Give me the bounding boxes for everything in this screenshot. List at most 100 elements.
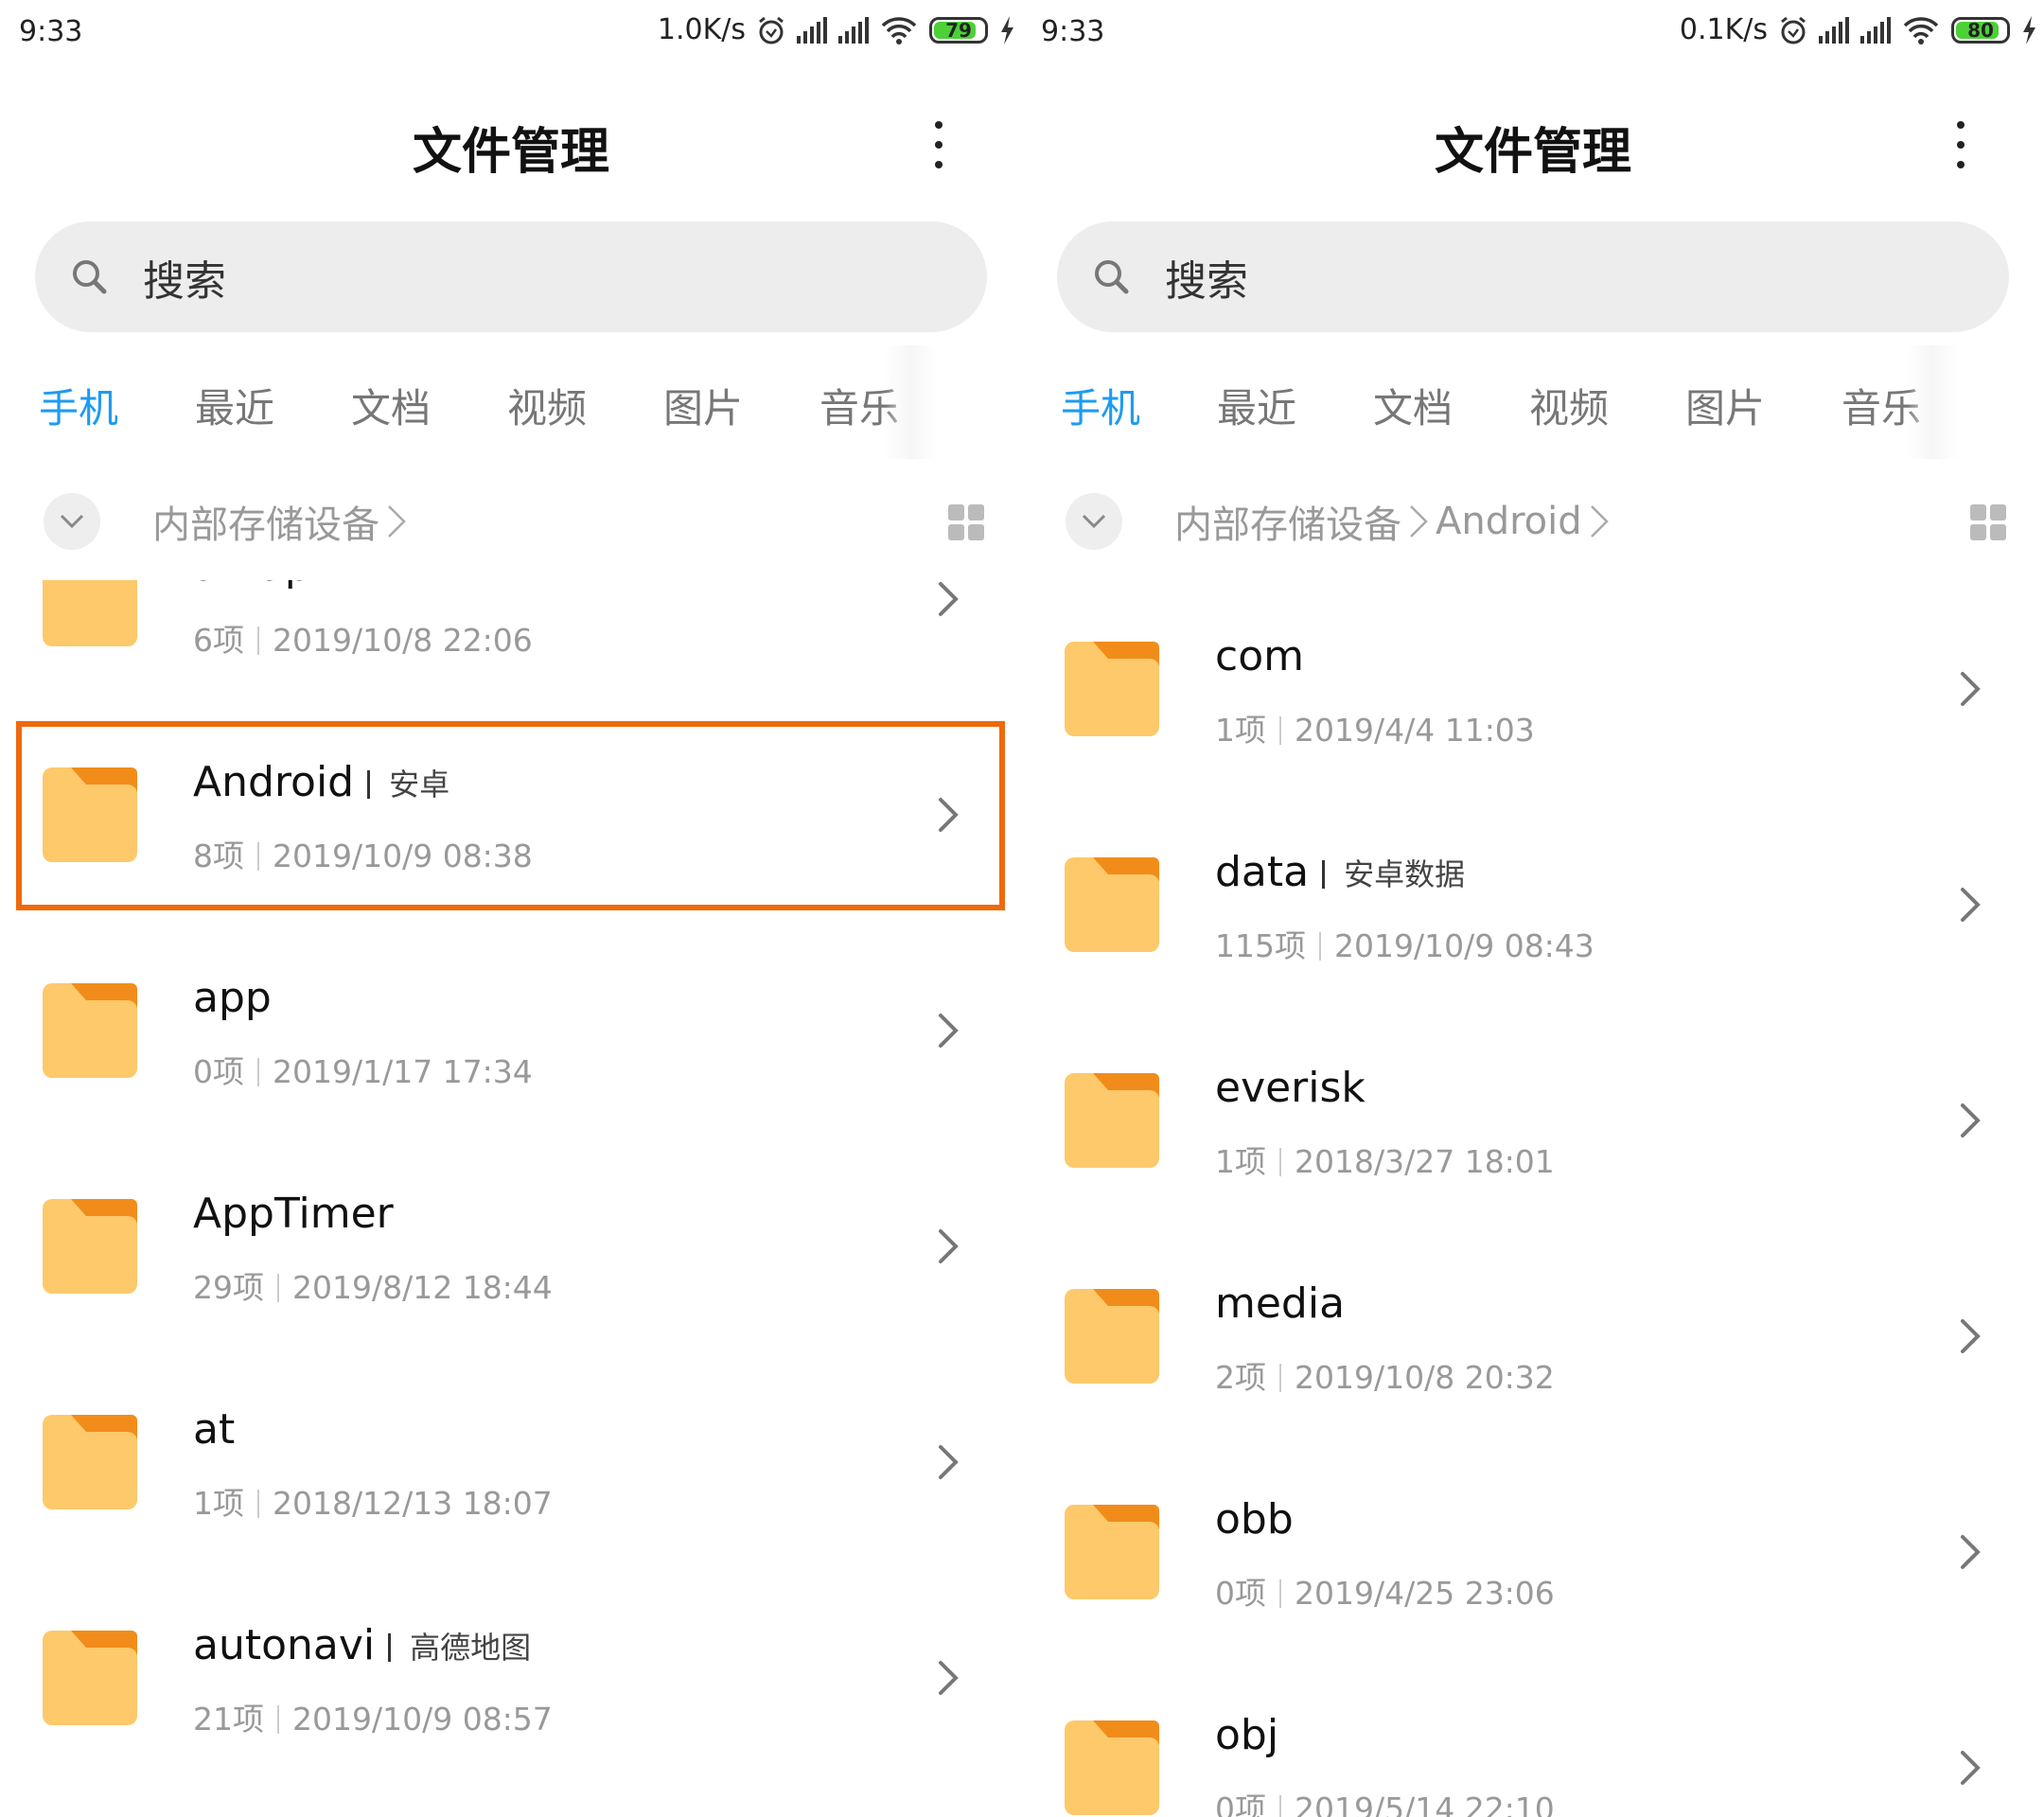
more-menu-button[interactable] bbox=[1947, 121, 1974, 168]
folder-title: amap bbox=[193, 580, 311, 591]
modified-date: 2019/10/9 08:57 bbox=[292, 1701, 553, 1738]
signal-icon bbox=[1819, 17, 1849, 44]
search-icon bbox=[1091, 256, 1133, 298]
left-screen: 9:33 1.0K/s 79 文件管理 搜索 手机最近文档视频图片音乐 内部存储… bbox=[0, 0, 1022, 1817]
item-count: 0项 bbox=[193, 1053, 244, 1090]
folder-name: amap bbox=[193, 580, 311, 591]
folder-row[interactable]: everisk 1项2018/3/27 18:01 bbox=[1022, 1013, 2044, 1228]
folder-row[interactable]: app 0项 2019/1/17 17:34 bbox=[0, 923, 1022, 1138]
search-input[interactable]: 搜索 bbox=[35, 221, 987, 332]
modified-date: 2019/4/4 11:03 bbox=[1295, 712, 1535, 749]
network-speed: 1.0K/s bbox=[658, 13, 746, 46]
folder-meta: 1项 2018/12/13 18:07 bbox=[193, 1478, 553, 1524]
modified-date: 2018/12/13 18:07 bbox=[273, 1485, 553, 1522]
folder-tag: 安卓数据 bbox=[1322, 851, 1465, 894]
folder-row[interactable]: amap 6项 2019/10/8 22:06 bbox=[0, 580, 1022, 707]
item-count: 0项 bbox=[1215, 1575, 1266, 1612]
item-count: 1项 bbox=[193, 1485, 244, 1522]
folder-row[interactable]: autonavi高德地图 21项2019/10/9 08:57 bbox=[0, 1570, 1022, 1786]
tab-3[interactable]: 视频 bbox=[507, 377, 663, 434]
chevron-right-icon bbox=[1959, 1749, 1982, 1787]
folder-meta: 29项2019/8/12 18:44 bbox=[193, 1262, 553, 1308]
battery-icon: 79 bbox=[929, 17, 988, 44]
folder-meta: 115项2019/10/9 08:43 bbox=[1215, 921, 1595, 966]
alarm-icon bbox=[757, 15, 785, 45]
folder-row[interactable]: media 2项2019/10/8 20:32 bbox=[1022, 1228, 2044, 1444]
item-count: 115项 bbox=[1215, 927, 1306, 964]
folder-title: everisk bbox=[1215, 1064, 1366, 1112]
folder-row[interactable]: AppTimer 29项2019/8/12 18:44 bbox=[0, 1138, 1022, 1354]
tab-1[interactable]: 最近 bbox=[195, 377, 351, 434]
folder-meta: 2项2019/10/8 20:32 bbox=[1215, 1352, 1555, 1398]
folder-row[interactable]: obb 0项2019/4/25 23:06 bbox=[1022, 1444, 2044, 1660]
battery-level: 80 bbox=[1967, 19, 1994, 42]
storage-toggle-button[interactable] bbox=[1066, 493, 1122, 550]
folder-meta: 1项2018/3/27 18:01 bbox=[1215, 1137, 1555, 1182]
item-count: 1项 bbox=[1215, 1143, 1266, 1180]
folder-row[interactable]: com 1项2019/4/4 11:03 bbox=[1022, 581, 2044, 797]
folder-icon bbox=[1065, 1505, 1159, 1599]
search-input[interactable]: 搜索 bbox=[1057, 221, 2009, 332]
charging-icon bbox=[2021, 16, 2036, 44]
tab-4[interactable]: 图片 bbox=[663, 377, 819, 434]
status-time: 9:33 bbox=[19, 15, 82, 48]
chevron-right-icon bbox=[1959, 670, 1982, 708]
status-time: 9:33 bbox=[1041, 15, 1104, 48]
tab-2[interactable]: 文档 bbox=[351, 377, 507, 434]
tab-0[interactable]: 手机 bbox=[1061, 377, 1217, 434]
tab-3[interactable]: 视频 bbox=[1529, 377, 1685, 434]
battery-icon: 80 bbox=[1951, 17, 2010, 44]
folder-icon bbox=[43, 1415, 137, 1509]
chevron-right-icon bbox=[1959, 1317, 1982, 1355]
folder-row[interactable]: obj 0项2019/5/14 22:10 bbox=[1022, 1660, 2044, 1817]
folder-title: app bbox=[193, 974, 272, 1022]
folder-icon bbox=[1065, 1720, 1159, 1815]
chevron-right-icon bbox=[1959, 886, 1982, 924]
modified-date: 2019/10/9 08:38 bbox=[273, 838, 533, 874]
folder-title: obb bbox=[1215, 1495, 1294, 1544]
alarm-icon bbox=[1779, 15, 1807, 45]
modified-date: 2019/1/17 17:34 bbox=[273, 1053, 533, 1090]
folder-meta: 0项 2019/1/17 17:34 bbox=[193, 1047, 533, 1092]
breadcrumb-separator-icon bbox=[385, 503, 408, 540]
storage-toggle-button[interactable] bbox=[44, 493, 100, 550]
breadcrumb: 内部存储设备 Android bbox=[1066, 493, 2006, 550]
tab-scroll-fade bbox=[885, 345, 937, 459]
folder-meta: 0项2019/5/14 22:10 bbox=[1215, 1784, 1555, 1817]
folder-name: obb bbox=[1215, 1495, 1294, 1544]
folder-icon bbox=[1065, 1289, 1159, 1384]
chevron-right-icon bbox=[1959, 1533, 1982, 1571]
tab-0[interactable]: 手机 bbox=[39, 377, 195, 434]
chevron-right-icon bbox=[937, 1443, 960, 1481]
folder-title: at bbox=[193, 1405, 235, 1454]
folder-title: com bbox=[1215, 632, 1304, 680]
item-count: 6项 bbox=[193, 622, 244, 659]
folder-row[interactable]: Android安卓 8项2019/10/9 08:38 bbox=[0, 707, 1022, 923]
breadcrumb-item[interactable]: 内部存储设备 bbox=[152, 494, 379, 549]
modified-date: 2019/10/8 22:06 bbox=[273, 622, 533, 659]
more-menu-button[interactable] bbox=[925, 121, 952, 168]
status-bar: 9:33 0.1K/s 80 bbox=[1022, 0, 2044, 68]
folder-name: app bbox=[193, 974, 272, 1022]
grid-view-button[interactable] bbox=[948, 504, 984, 540]
folder-row[interactable]: data安卓数据 115项2019/10/9 08:43 bbox=[1022, 797, 2044, 1013]
breadcrumb-item[interactable]: 内部存储设备 bbox=[1174, 494, 1401, 549]
folder-icon bbox=[43, 1199, 137, 1294]
breadcrumb-path: 内部存储设备 Android bbox=[1174, 494, 1611, 549]
grid-view-button[interactable] bbox=[1970, 504, 2006, 540]
network-speed: 0.1K/s bbox=[1680, 13, 1768, 46]
tab-1[interactable]: 最近 bbox=[1217, 377, 1373, 434]
search-placeholder: 搜索 bbox=[143, 247, 226, 308]
status-bar: 9:33 1.0K/s 79 bbox=[0, 0, 1022, 68]
tab-4[interactable]: 图片 bbox=[1685, 377, 1841, 434]
folder-name: at bbox=[193, 1405, 235, 1454]
tab-2[interactable]: 文档 bbox=[1373, 377, 1529, 434]
folder-row[interactable]: at 1项 2018/12/13 18:07 bbox=[0, 1354, 1022, 1570]
folder-meta: 21项2019/10/9 08:57 bbox=[193, 1694, 553, 1739]
folder-name: Android bbox=[193, 758, 354, 806]
category-tabs: 手机最近文档视频图片音乐 bbox=[39, 377, 976, 434]
breadcrumb-item[interactable]: Android bbox=[1436, 500, 1582, 543]
folder-meta: 6项 2019/10/8 22:06 bbox=[193, 615, 533, 661]
folder-name: everisk bbox=[1215, 1064, 1366, 1112]
item-count: 2项 bbox=[1215, 1359, 1266, 1396]
